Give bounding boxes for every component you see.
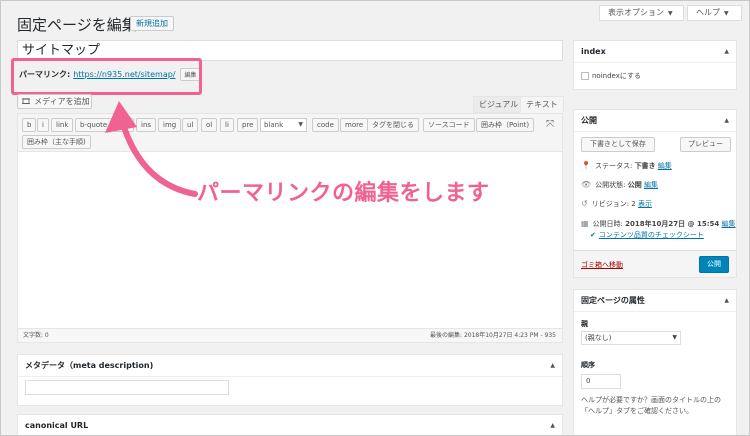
noindex-option: noindexにする [581, 71, 641, 81]
pin-icon: 📍 [581, 161, 591, 170]
order-input[interactable]: 0 [581, 374, 621, 389]
parent-select[interactable]: (親なし) ▼ [581, 331, 681, 345]
caret-down-icon: ▼ [668, 10, 673, 17]
collapse-icon[interactable]: ▲ [724, 290, 729, 312]
caret-down-icon: ▼ [672, 334, 677, 341]
visibility-edit-link[interactable]: 編集 [644, 181, 658, 189]
calendar-icon: ▦ [581, 219, 589, 228]
attributes-help-text: ヘルプが必要ですか？画面のタイトルの上の「ヘルプ」タブをご確認ください。 [581, 396, 721, 415]
annotation-arrow-icon [105, 101, 198, 197]
qt-target-value: blank [264, 121, 284, 129]
qt-ol-button[interactable]: ol [201, 118, 218, 132]
add-media-button[interactable]: 🎞 メディアを追加 [17, 94, 92, 109]
collapse-icon[interactable]: ▲ [550, 355, 555, 377]
media-icon: 🎞 [21, 97, 32, 106]
qt-steps-box-button[interactable]: 囲み枠（主な手順) [22, 135, 91, 149]
qt-li-button[interactable]: li [220, 118, 234, 132]
index-box: index ▲ noindexにする [573, 40, 737, 90]
revisions-row: ↺ リビジョン: 2 表示 [581, 199, 652, 209]
schedule-edit-link[interactable]: 編集 [722, 220, 736, 228]
add-new-button[interactable]: 新規追加 [130, 16, 174, 31]
help-label: ヘルプ [696, 8, 720, 17]
publish-actions: ゴミ箱へ移動 公開 [574, 250, 736, 277]
tab-visual[interactable]: ビジュアル [473, 96, 525, 113]
status-row: 📍 ステータス: 下書き 編集 [581, 161, 672, 171]
publish-box-title: 公開 [581, 116, 597, 125]
attributes-box-header[interactable]: 固定ページの属性 ▲ [574, 290, 736, 312]
fullscreen-icon[interactable]: ⤧ [546, 119, 554, 130]
revisions-link[interactable]: 表示 [638, 200, 652, 208]
caret-down-icon: ▼ [724, 10, 729, 17]
parent-value: (親なし) [585, 334, 612, 342]
publish-button[interactable]: 公開 [699, 256, 729, 273]
noindex-label: noindexにする [592, 72, 641, 80]
visibility-label: 公開状態: [595, 181, 626, 189]
add-media-label: メディアを追加 [34, 97, 90, 106]
content-editor[interactable]: b i link b-quote del ins img ul ol li pr… [17, 113, 563, 343]
revisions-label: リビジョン: 2 [591, 200, 636, 208]
trash-link[interactable]: ゴミ箱へ移動 [581, 260, 623, 270]
quicktags-toolbar: b i link b-quote del ins img ul ol li pr… [18, 114, 562, 152]
collapse-icon[interactable]: ▲ [724, 41, 729, 63]
editor-statusbar: 文字数: 0 最後の編集: 2018年10月27日 4:23 PM - 935 [18, 328, 562, 342]
collapse-icon[interactable]: ▲ [724, 110, 729, 132]
qt-target-select[interactable]: blank ▼ [260, 118, 307, 132]
meta-description-input[interactable] [25, 380, 229, 395]
qt-bold-button[interactable]: b [22, 118, 37, 132]
order-label: 順序 [581, 361, 595, 369]
caret-down-icon: ▼ [298, 121, 303, 128]
qt-point-box-button[interactable]: 囲み枠（Point) [476, 118, 535, 132]
parent-label: 親 [581, 320, 588, 328]
eye-icon: 👁 [581, 180, 592, 189]
qt-source-code-button[interactable]: ソースコード [423, 118, 475, 132]
qt-italic-button[interactable]: i [37, 118, 49, 132]
meta-box-title: メタデータ（meta description) [25, 361, 154, 370]
meta-box-header[interactable]: メタデータ（meta description) ▲ [18, 355, 562, 377]
save-draft-button[interactable]: 下書きとして保存 [581, 137, 655, 152]
checkmark-icon: ✔ [590, 231, 596, 239]
page-attributes-box: 固定ページの属性 ▲ 親 (親なし) ▼ 順序 0 ヘルプが必要ですか？画面のタイト… [573, 289, 737, 435]
publish-box-header[interactable]: 公開 ▲ [574, 110, 736, 132]
schedule-label: 公開日時: [592, 220, 623, 228]
schedule-value: 2018年10月27日 @ 15:54 [625, 220, 720, 228]
noindex-checkbox[interactable] [581, 72, 589, 80]
status-edit-link[interactable]: 編集 [658, 162, 672, 170]
meta-description-box: メタデータ（meta description) ▲ [17, 354, 563, 406]
qt-more-button[interactable]: more [340, 118, 369, 132]
canonical-url-box: canonical URL ▲ [17, 414, 563, 435]
help-button[interactable]: ヘルプ ▼ [687, 5, 742, 21]
annotation-text: パーマリンクの編集をします [197, 181, 490, 206]
screen-options-button[interactable]: 表示オプション ▼ [599, 5, 684, 21]
checklist-link[interactable]: コンテンツ品質のチェックシート [599, 231, 704, 239]
index-box-title: index [581, 47, 606, 56]
permalink-highlight [11, 58, 202, 95]
qt-close-tags-button[interactable]: タグを閉じる [367, 118, 419, 132]
revisions-icon: ↺ [581, 199, 588, 208]
canonical-box-title: canonical URL [25, 421, 89, 430]
publish-box: 公開 ▲ 下書きとして保存 プレビュー 📍 ステータス: 下書き 編集 👁 公開状態:… [573, 109, 737, 278]
tab-text[interactable]: テキスト [520, 96, 564, 113]
collapse-icon[interactable]: ▲ [550, 415, 555, 435]
visibility-value: 公開 [627, 181, 642, 189]
screen-options-label: 表示オプション [608, 8, 664, 17]
canonical-box-header[interactable]: canonical URL ▲ [18, 415, 562, 435]
page-title: 固定ページを編集 [17, 16, 137, 34]
schedule-row: ▦ 公開日時: 2018年10月27日 @ 15:54 編集 [581, 219, 736, 229]
checklist-row: ✔ コンテンツ品質のチェックシート [590, 230, 704, 240]
status-value: 下書き [634, 162, 656, 170]
visibility-row: 👁 公開状態: 公開 編集 [581, 180, 658, 190]
last-edited: 最後の編集: 2018年10月27日 4:23 PM - 935 [430, 332, 556, 339]
qt-pre-button[interactable]: pre [237, 118, 259, 132]
attributes-box-title: 固定ページの属性 [581, 296, 645, 305]
index-box-header[interactable]: index ▲ [574, 41, 736, 63]
editor-screen: 固定ページを編集 新規追加 表示オプション ▼ ヘルプ ▼ サイトマップ パーマリン… [0, 0, 750, 436]
qt-code-button[interactable]: code [312, 118, 339, 132]
status-label: ステータス: [594, 162, 633, 170]
qt-link-button[interactable]: link [51, 118, 74, 132]
preview-button[interactable]: プレビュー [680, 137, 731, 152]
word-count: 文字数: 0 [23, 332, 49, 339]
